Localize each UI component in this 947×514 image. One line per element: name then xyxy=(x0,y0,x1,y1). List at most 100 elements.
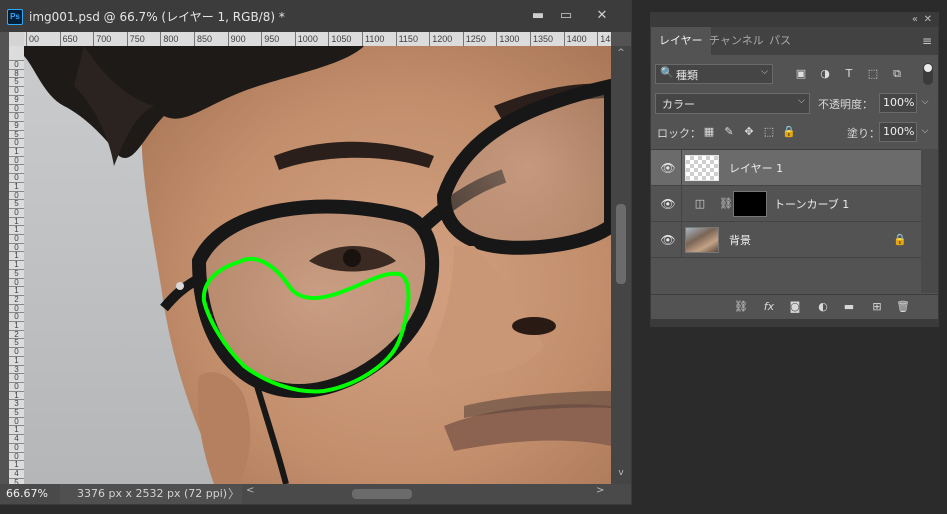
ruler-tick-label: 0 xyxy=(9,86,24,95)
fill-dropdown-icon[interactable]: ⌵ xyxy=(919,126,931,136)
opacity-dropdown-icon[interactable]: ⌵ xyxy=(919,97,931,107)
layer-name[interactable]: トーンカーブ 1 xyxy=(774,196,849,212)
ruler-tick-label: 0 xyxy=(9,347,24,356)
horizontal-scrollbar[interactable]: < > xyxy=(246,485,608,500)
layer-row-layer1[interactable]: 👁 レイヤー 1 xyxy=(651,150,921,186)
close-button[interactable]: ✕ xyxy=(588,6,616,26)
ruler-tick-label: 0 xyxy=(9,103,24,113)
smart-object-filter-icon[interactable]: ⧉ xyxy=(889,66,905,82)
ruler-tick-label: 2 xyxy=(9,329,24,339)
layer-thumbnail xyxy=(685,155,719,181)
ruler-tick-label: 5 xyxy=(9,77,24,86)
vertical-scrollbar[interactable]: ^ v xyxy=(611,46,631,484)
lock-transparent-pixels-icon[interactable]: ▦ xyxy=(701,124,717,140)
layer-mask-thumbnail[interactable] xyxy=(733,191,767,217)
ruler-tick-label: 5 xyxy=(9,338,24,347)
layers-scrollbar[interactable] xyxy=(921,149,938,293)
opacity-field[interactable]: 100% xyxy=(879,93,917,113)
lock-image-pixels-icon[interactable]: ✎ xyxy=(721,124,737,140)
opacity-label: 不透明度： xyxy=(818,98,873,111)
document-titlebar[interactable]: Ps img001.psd @ 66.7% (レイヤー 1, RGB/8) * … xyxy=(0,0,631,32)
horizontal-ruler[interactable]: 00 650 700 750 800 850 900 950 1000 1050 1100 1150 1… xyxy=(24,32,611,46)
ruler-tick-label: 5 xyxy=(9,408,24,417)
ruler-tick-label: 0 xyxy=(9,416,24,426)
ruler-tick-label: 900 xyxy=(227,32,246,46)
panel-header[interactable]: « ✕ xyxy=(651,13,938,27)
scroll-down-arrow[interactable]: v xyxy=(611,468,631,478)
fill-field[interactable]: 100% xyxy=(879,122,917,142)
close-panel-icon[interactable]: ✕ xyxy=(924,13,932,27)
ruler-tick-label: 4 xyxy=(9,468,24,478)
photo-artwork xyxy=(24,46,611,484)
layers-bottom-toolbar: ⛓ fx ◙ ◐ ▬ ⊞ 🗑 xyxy=(651,294,938,319)
layer-row-background[interactable]: 👁 背景 🔒 xyxy=(651,222,921,258)
layers-list: 👁 レイヤー 1 👁 ◫ ⛓ トーンカーブ 1 👁 背景 🔒 xyxy=(651,149,921,294)
document-window: Ps img001.psd @ 66.7% (レイヤー 1, RGB/8) * … xyxy=(0,0,632,505)
chain-link-icon[interactable]: ⛓ xyxy=(719,196,733,212)
adjustment-filter-icon[interactable]: ◑ xyxy=(817,66,833,82)
restore-button[interactable]: ▭ xyxy=(552,6,580,26)
ruler-corner[interactable] xyxy=(9,32,25,46)
ruler-tick-label: 0 xyxy=(9,303,24,313)
ruler-tick-label: 4 xyxy=(9,434,24,443)
prevent-autonest-icon[interactable]: ⬚ xyxy=(761,124,777,140)
status-bar: 66.67% 3376 px x 2532 px (72 ppi) 〉 < > xyxy=(0,484,631,504)
ruler-tick-label: 0 xyxy=(9,155,24,165)
horizontal-scroll-thumb[interactable] xyxy=(352,489,412,499)
ruler-tick-label: 650 xyxy=(59,32,78,46)
shape-filter-icon[interactable]: ⬚ xyxy=(865,66,881,82)
scroll-right-arrow[interactable]: > xyxy=(596,485,604,496)
chevron-down-icon: ⌵ xyxy=(761,67,768,77)
ruler-tick-label: 0 xyxy=(9,373,24,382)
link-layers-icon[interactable]: ⛓ xyxy=(733,299,749,315)
document-title: img001.psd @ 66.7% (レイヤー 1, RGB/8) * xyxy=(29,10,285,24)
status-menu-arrow[interactable]: 〉 xyxy=(228,484,240,504)
ruler-tick-label: 1050 xyxy=(328,32,351,46)
filter-toggle-switch[interactable] xyxy=(923,63,933,85)
ruler-tick-label: 0 xyxy=(9,312,24,321)
minimize-button[interactable]: ▬ xyxy=(524,6,552,26)
ruler-tick-label: 1 xyxy=(9,251,24,260)
add-mask-icon[interactable]: ◙ xyxy=(787,299,803,315)
ruler-tick-label: 0 xyxy=(9,442,24,452)
new-group-icon[interactable]: ▬ xyxy=(841,299,857,315)
filter-kind-select[interactable]: 🔍 種類 ⌵ xyxy=(655,64,773,84)
visibility-eye-icon[interactable]: 👁 xyxy=(660,160,676,176)
new-adjustment-icon[interactable]: ◐ xyxy=(815,299,831,315)
fx-icon[interactable]: fx xyxy=(761,299,777,315)
layers-panel: « ✕ レイヤー チャンネル パス ≡ 🔍 種類 ⌵ ▣ ◑ T ⬚ ⧉ カラー… xyxy=(650,12,939,327)
layer-row-curves[interactable]: 👁 ◫ ⛓ トーンカーブ 1 xyxy=(651,186,921,222)
ruler-tick-label: 700 xyxy=(93,32,111,46)
scroll-left-arrow[interactable]: < xyxy=(246,485,254,496)
ruler-tick-label: 0 xyxy=(9,173,24,182)
blend-row: カラー ⌵ 不透明度： 100% ⌵ xyxy=(655,93,935,115)
layer-name[interactable]: 背景 xyxy=(729,232,751,248)
ruler-tick-label: 0 xyxy=(9,207,24,217)
layer-name[interactable]: レイヤー 1 xyxy=(729,160,783,176)
vertical-ruler[interactable]: 0850900950100010501100115012001250130013… xyxy=(9,46,24,484)
visibility-eye-icon[interactable]: 👁 xyxy=(660,196,676,212)
divider xyxy=(681,222,682,258)
ruler-tick-label: 0 xyxy=(9,190,24,200)
type-filter-icon[interactable]: T xyxy=(841,66,857,82)
trash-icon[interactable]: 🗑 xyxy=(895,299,911,315)
panel-menu-icon[interactable]: ≡ xyxy=(922,35,932,47)
lock-all-icon[interactable]: 🔒 xyxy=(781,124,797,140)
vertical-scroll-thumb[interactable] xyxy=(616,204,626,284)
image-filter-icon[interactable]: ▣ xyxy=(793,66,809,82)
image-canvas[interactable] xyxy=(24,46,611,484)
collapse-panel-icon[interactable]: « xyxy=(912,13,918,27)
ruler-tick-label: 1 xyxy=(9,216,24,226)
visibility-eye-icon[interactable]: 👁 xyxy=(660,232,676,248)
zoom-level[interactable]: 66.67% xyxy=(6,486,56,502)
tab-paths[interactable]: パス xyxy=(761,27,799,55)
ruler-tick-label: 0 xyxy=(9,60,24,69)
ruler-tick-label: 1 xyxy=(9,355,24,365)
document-info[interactable]: 3376 px x 2532 px (72 ppi) xyxy=(60,484,242,504)
fill-label: 塗り： xyxy=(847,127,880,140)
lock-position-icon[interactable]: ✥ xyxy=(741,124,757,140)
new-layer-icon[interactable]: ⊞ xyxy=(869,299,885,315)
blend-mode-select[interactable]: カラー ⌵ xyxy=(655,93,810,114)
ruler-tick-label: 5 xyxy=(9,199,24,208)
scroll-up-arrow[interactable]: ^ xyxy=(611,48,631,58)
